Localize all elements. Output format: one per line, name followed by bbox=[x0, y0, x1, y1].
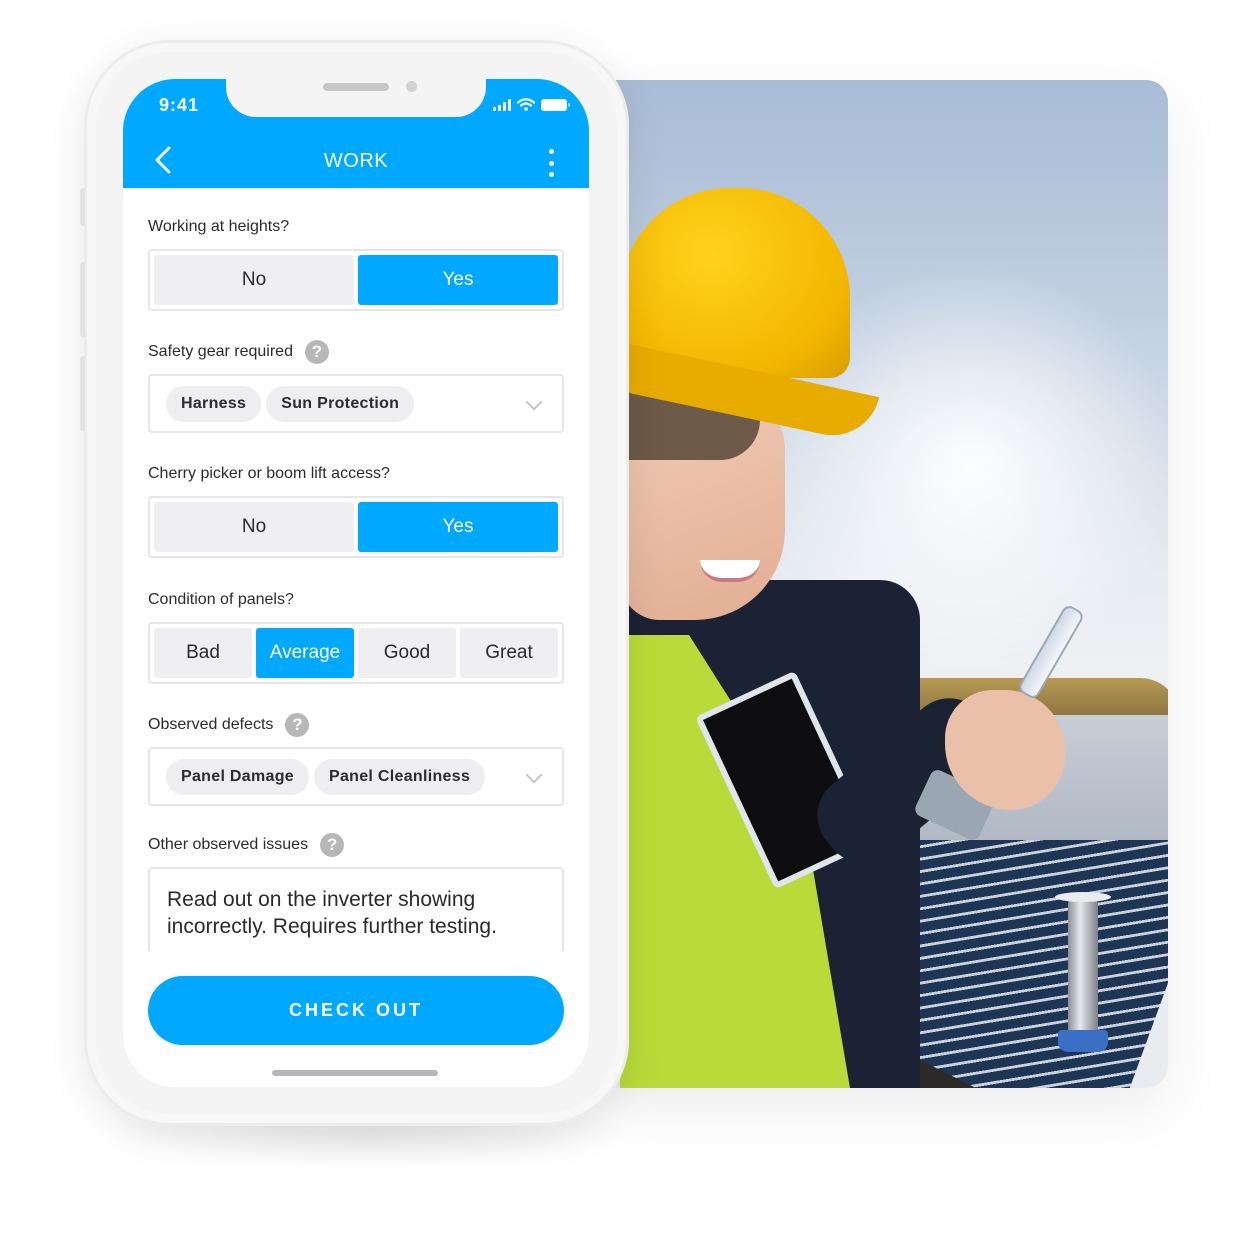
field-label-row: Other observed issues ? bbox=[148, 833, 564, 857]
photo-vent bbox=[1068, 898, 1098, 1038]
front-camera bbox=[406, 81, 417, 92]
option-bad[interactable]: Bad bbox=[154, 628, 252, 678]
field-cherry-picker: Cherry picker or boom lift access? No Ye… bbox=[148, 464, 564, 558]
chevron-down-icon bbox=[525, 766, 543, 784]
option-great[interactable]: Great bbox=[460, 628, 558, 678]
field-label: Safety gear required bbox=[148, 343, 293, 360]
form: Working at heights? No Yes Safety gear r… bbox=[148, 188, 564, 951]
home-indicator[interactable] bbox=[272, 1070, 438, 1076]
field-panel-condition: Condition of panels? Bad Average Good Gr… bbox=[148, 590, 564, 684]
more-vertical-icon bbox=[548, 149, 554, 154]
speaker-grille bbox=[323, 83, 389, 91]
more-dot bbox=[548, 172, 554, 177]
hero-photo bbox=[600, 80, 1168, 1088]
segmented-control-cherry-picker: No Yes bbox=[148, 496, 564, 558]
phone-screen: 9:41 WORK Working at heights? No Yes Saf… bbox=[123, 79, 589, 1087]
wifi-icon bbox=[517, 98, 535, 111]
segmented-control-panel-condition: Bad Average Good Great bbox=[148, 622, 564, 684]
segmented-control-working-at-heights: No Yes bbox=[148, 249, 564, 311]
field-other-issues: Other observed issues ? Read out on the … bbox=[148, 833, 564, 951]
option-no[interactable]: No bbox=[154, 255, 354, 305]
status-time: 9:41 bbox=[159, 95, 200, 115]
mute-switch bbox=[80, 188, 85, 226]
phone-notch bbox=[226, 79, 486, 117]
field-label: Working at heights? bbox=[148, 218, 290, 235]
field-label: Condition of panels? bbox=[148, 591, 294, 608]
chevron-down-icon bbox=[525, 393, 543, 411]
option-yes[interactable]: Yes bbox=[358, 255, 558, 305]
field-working-at-heights: Working at heights? No Yes bbox=[148, 217, 564, 311]
other-issues-textarea[interactable]: Read out on the inverter showing incorre… bbox=[148, 867, 564, 951]
option-no[interactable]: No bbox=[154, 502, 354, 552]
help-icon[interactable]: ? bbox=[304, 340, 329, 364]
volume-down-button bbox=[80, 356, 85, 431]
safety-gear-multiselect[interactable]: Harness Sun Protection bbox=[148, 374, 564, 433]
battery-icon bbox=[541, 98, 570, 111]
field-label-row: Observed defects ? bbox=[148, 713, 564, 737]
option-average[interactable]: Average bbox=[256, 628, 354, 678]
field-safety-gear: Safety gear required ? Harness Sun Prote… bbox=[148, 340, 564, 433]
volume-up-button bbox=[80, 262, 85, 337]
field-label: Cherry picker or boom lift access? bbox=[148, 465, 390, 482]
help-icon[interactable]: ? bbox=[285, 713, 310, 737]
check-out-button[interactable]: CHECK OUT bbox=[148, 976, 564, 1045]
field-label: Other observed issues bbox=[148, 836, 309, 853]
chip-panel-damage[interactable]: Panel Damage bbox=[166, 758, 309, 795]
chip-harness[interactable]: Harness bbox=[166, 385, 262, 422]
more-dot bbox=[548, 160, 554, 166]
status-icons bbox=[493, 98, 570, 111]
field-label-row: Safety gear required ? bbox=[148, 340, 564, 364]
field-label: Observed defects bbox=[148, 716, 274, 733]
field-observed-defects: Observed defects ? Panel Damage Panel Cl… bbox=[148, 713, 564, 806]
signal-icon bbox=[493, 98, 511, 111]
option-good[interactable]: Good bbox=[358, 628, 456, 678]
option-yes[interactable]: Yes bbox=[358, 502, 558, 552]
more-menu-button[interactable] bbox=[541, 149, 561, 177]
help-icon[interactable]: ? bbox=[320, 833, 345, 857]
chip-sun-protection[interactable]: Sun Protection bbox=[266, 385, 415, 422]
observed-defects-multiselect[interactable]: Panel Damage Panel Cleanliness bbox=[148, 747, 564, 806]
photo-vent-base bbox=[1058, 1030, 1108, 1052]
photo-vent-cap bbox=[1055, 892, 1111, 902]
chip-panel-cleanliness[interactable]: Panel Cleanliness bbox=[313, 758, 486, 795]
page-title: WORK bbox=[323, 150, 389, 172]
